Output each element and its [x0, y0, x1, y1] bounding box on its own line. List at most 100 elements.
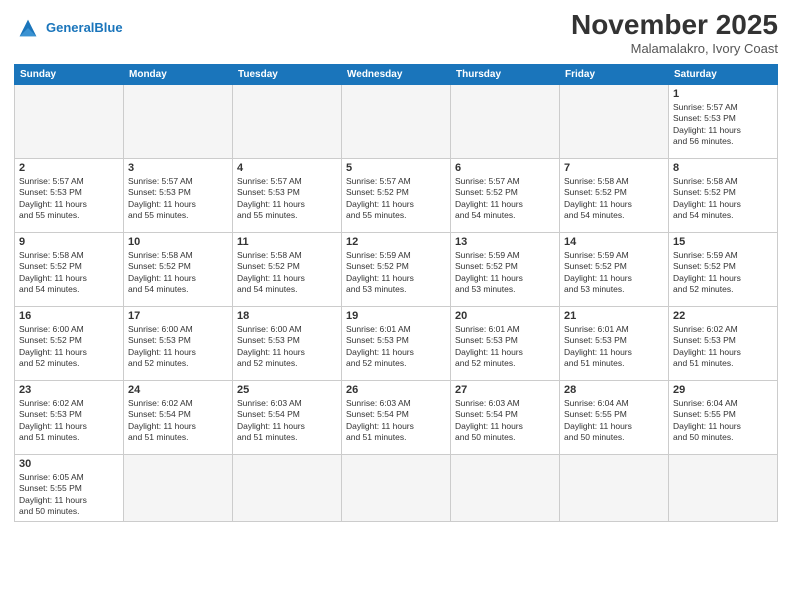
day-number: 24: [128, 384, 228, 396]
calendar-cell: [15, 84, 124, 158]
weekday-header-sunday: Sunday: [15, 64, 124, 84]
calendar-cell: [451, 454, 560, 521]
calendar-cell: [342, 84, 451, 158]
calendar-subtitle: Malamalakro, Ivory Coast: [571, 41, 778, 56]
calendar-cell: [669, 454, 778, 521]
logo-blue: Blue: [94, 20, 122, 35]
day-info: Sunrise: 5:57 AM Sunset: 5:53 PM Dayligh…: [673, 102, 773, 148]
calendar-title: November 2025: [571, 10, 778, 41]
day-number: 26: [346, 384, 446, 396]
calendar-page: GeneralBlue November 2025 Malamalakro, I…: [0, 0, 792, 612]
day-info: Sunrise: 6:03 AM Sunset: 5:54 PM Dayligh…: [455, 398, 555, 444]
calendar-cell: 5 Sunrise: 5:57 AM Sunset: 5:52 PM Daylig…: [342, 158, 451, 232]
calendar-cell: 7 Sunrise: 5:58 AM Sunset: 5:52 PM Daylig…: [560, 158, 669, 232]
day-info: Sunrise: 5:59 AM Sunset: 5:52 PM Dayligh…: [346, 250, 446, 296]
calendar-week-6: 30Sunrise: 6:05 AM Sunset: 5:55 PM Dayli…: [15, 454, 778, 521]
day-info: Sunrise: 5:59 AM Sunset: 5:52 PM Dayligh…: [673, 250, 773, 296]
day-number: 13: [455, 236, 555, 248]
calendar-cell: 24Sunrise: 6:02 AM Sunset: 5:54 PM Dayli…: [124, 380, 233, 454]
day-number: 18: [237, 310, 337, 322]
day-info: Sunrise: 6:03 AM Sunset: 5:54 PM Dayligh…: [346, 398, 446, 444]
day-info: Sunrise: 6:02 AM Sunset: 5:53 PM Dayligh…: [19, 398, 119, 444]
day-number: 1: [673, 88, 773, 100]
calendar-week-4: 16Sunrise: 6:00 AM Sunset: 5:52 PM Dayli…: [15, 306, 778, 380]
day-number: 9: [19, 236, 119, 248]
day-number: 22: [673, 310, 773, 322]
day-number: 5: [346, 162, 446, 174]
calendar-cell: 15 Sunrise: 5:59 AM Sunset: 5:52 PM Dayli…: [669, 232, 778, 306]
day-number: 2: [19, 162, 119, 174]
calendar-cell: [342, 454, 451, 521]
day-number: 21: [564, 310, 664, 322]
calendar-cell: 13Sunrise: 5:59 AM Sunset: 5:52 PM Dayli…: [451, 232, 560, 306]
day-number: 12: [346, 236, 446, 248]
day-info: Sunrise: 6:04 AM Sunset: 5:55 PM Dayligh…: [564, 398, 664, 444]
weekday-header-friday: Friday: [560, 64, 669, 84]
calendar-cell: [233, 84, 342, 158]
day-number: 20: [455, 310, 555, 322]
calendar-cell: [560, 454, 669, 521]
calendar-week-2: 2Sunrise: 5:57 AM Sunset: 5:53 PM Daylig…: [15, 158, 778, 232]
calendar-cell: 6 Sunrise: 5:57 AM Sunset: 5:52 PM Daylig…: [451, 158, 560, 232]
calendar-cell: 17 Sunrise: 6:00 AM Sunset: 5:53 PM Dayli…: [124, 306, 233, 380]
calendar-cell: 22Sunrise: 6:02 AM Sunset: 5:53 PM Dayli…: [669, 306, 778, 380]
calendar-cell: 14Sunrise: 5:59 AM Sunset: 5:52 PM Dayli…: [560, 232, 669, 306]
calendar-cell: 28 Sunrise: 6:04 AM Sunset: 5:55 PM Dayli…: [560, 380, 669, 454]
day-number: 7: [564, 162, 664, 174]
day-number: 8: [673, 162, 773, 174]
calendar-week-1: 1 Sunrise: 5:57 AM Sunset: 5:53 PM Daylig…: [15, 84, 778, 158]
calendar-week-3: 9 Sunrise: 5:58 AM Sunset: 5:52 PM Daylig…: [15, 232, 778, 306]
day-number: 3: [128, 162, 228, 174]
calendar-cell: [451, 84, 560, 158]
calendar-cell: 23 Sunrise: 6:02 AM Sunset: 5:53 PM Dayli…: [15, 380, 124, 454]
calendar-cell: [233, 454, 342, 521]
calendar-cell: 2Sunrise: 5:57 AM Sunset: 5:53 PM Daylig…: [15, 158, 124, 232]
day-info: Sunrise: 6:00 AM Sunset: 5:52 PM Dayligh…: [19, 324, 119, 370]
logo-text: GeneralBlue: [46, 20, 123, 36]
calendar-cell: 21Sunrise: 6:01 AM Sunset: 5:53 PM Dayli…: [560, 306, 669, 380]
calendar-cell: 20 Sunrise: 6:01 AM Sunset: 5:53 PM Dayli…: [451, 306, 560, 380]
calendar-cell: 3Sunrise: 5:57 AM Sunset: 5:53 PM Daylig…: [124, 158, 233, 232]
calendar-cell: 9 Sunrise: 5:58 AM Sunset: 5:52 PM Daylig…: [15, 232, 124, 306]
calendar-week-5: 23 Sunrise: 6:02 AM Sunset: 5:53 PM Dayli…: [15, 380, 778, 454]
title-block: November 2025 Malamalakro, Ivory Coast: [571, 10, 778, 56]
logo-icon: [14, 14, 42, 42]
day-number: 28: [564, 384, 664, 396]
calendar-body: 1 Sunrise: 5:57 AM Sunset: 5:53 PM Daylig…: [15, 84, 778, 521]
calendar-cell: 27 Sunrise: 6:03 AM Sunset: 5:54 PM Dayli…: [451, 380, 560, 454]
day-number: 25: [237, 384, 337, 396]
day-info: Sunrise: 6:01 AM Sunset: 5:53 PM Dayligh…: [346, 324, 446, 370]
day-info: Sunrise: 5:57 AM Sunset: 5:52 PM Dayligh…: [455, 176, 555, 222]
calendar-cell: [560, 84, 669, 158]
day-info: Sunrise: 6:00 AM Sunset: 5:53 PM Dayligh…: [128, 324, 228, 370]
day-info: Sunrise: 6:00 AM Sunset: 5:53 PM Dayligh…: [237, 324, 337, 370]
calendar-cell: 10Sunrise: 5:58 AM Sunset: 5:52 PM Dayli…: [124, 232, 233, 306]
day-info: Sunrise: 6:01 AM Sunset: 5:53 PM Dayligh…: [455, 324, 555, 370]
day-info: Sunrise: 5:58 AM Sunset: 5:52 PM Dayligh…: [564, 176, 664, 222]
calendar-cell: 29Sunrise: 6:04 AM Sunset: 5:55 PM Dayli…: [669, 380, 778, 454]
weekday-header-row: SundayMondayTuesdayWednesdayThursdayFrid…: [15, 64, 778, 84]
day-number: 27: [455, 384, 555, 396]
calendar-cell: 26 Sunrise: 6:03 AM Sunset: 5:54 PM Dayli…: [342, 380, 451, 454]
calendar-cell: 25Sunrise: 6:03 AM Sunset: 5:54 PM Dayli…: [233, 380, 342, 454]
day-number: 17: [128, 310, 228, 322]
day-info: Sunrise: 5:58 AM Sunset: 5:52 PM Dayligh…: [673, 176, 773, 222]
weekday-header-monday: Monday: [124, 64, 233, 84]
calendar-cell: 16Sunrise: 6:00 AM Sunset: 5:52 PM Dayli…: [15, 306, 124, 380]
calendar-cell: 18 Sunrise: 6:00 AM Sunset: 5:53 PM Dayli…: [233, 306, 342, 380]
day-info: Sunrise: 5:58 AM Sunset: 5:52 PM Dayligh…: [237, 250, 337, 296]
day-number: 23: [19, 384, 119, 396]
calendar-cell: 11Sunrise: 5:58 AM Sunset: 5:52 PM Dayli…: [233, 232, 342, 306]
day-info: Sunrise: 5:57 AM Sunset: 5:52 PM Dayligh…: [346, 176, 446, 222]
calendar-cell: 30Sunrise: 6:05 AM Sunset: 5:55 PM Dayli…: [15, 454, 124, 521]
calendar-cell: 1 Sunrise: 5:57 AM Sunset: 5:53 PM Daylig…: [669, 84, 778, 158]
calendar-cell: [124, 454, 233, 521]
header: GeneralBlue November 2025 Malamalakro, I…: [14, 10, 778, 56]
day-info: Sunrise: 5:58 AM Sunset: 5:52 PM Dayligh…: [19, 250, 119, 296]
calendar-header: SundayMondayTuesdayWednesdayThursdayFrid…: [15, 64, 778, 84]
calendar-cell: 8 Sunrise: 5:58 AM Sunset: 5:52 PM Daylig…: [669, 158, 778, 232]
logo: GeneralBlue: [14, 10, 123, 42]
calendar-cell: 4Sunrise: 5:57 AM Sunset: 5:53 PM Daylig…: [233, 158, 342, 232]
day-number: 15: [673, 236, 773, 248]
day-number: 6: [455, 162, 555, 174]
